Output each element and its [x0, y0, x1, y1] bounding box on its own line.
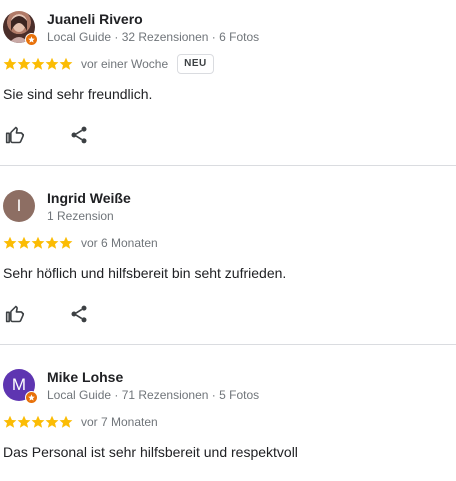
star-icon [31, 57, 45, 70]
star-icon [45, 236, 59, 249]
star-icon [3, 236, 17, 249]
rating-row: vor einer Woche NEU [3, 54, 214, 74]
review-text: Sie sind sehr freundlich. [3, 86, 153, 102]
reviewer-name[interactable]: Juaneli Rivero [47, 11, 143, 28]
local-guide-badge-icon [25, 391, 38, 404]
share-icon [71, 126, 87, 144]
review-divider [0, 344, 456, 345]
avatar[interactable] [3, 11, 38, 46]
review-time: vor 6 Monaten [81, 236, 158, 250]
review-time: vor 7 Monaten [81, 415, 158, 429]
like-button[interactable] [3, 123, 27, 147]
review-actions [3, 302, 91, 326]
star-icon [17, 57, 31, 70]
star-icon [31, 236, 45, 249]
review-actions [3, 123, 91, 147]
share-icon [71, 305, 87, 323]
star-icon [45, 57, 59, 70]
star-icon [45, 415, 59, 428]
new-badge: NEU [177, 54, 214, 74]
star-icon [59, 57, 73, 70]
star-rating [3, 57, 73, 71]
review-text: Sehr höflich und hilfsbereit bin seht zu… [3, 265, 287, 281]
star-icon [59, 236, 73, 249]
avatar[interactable]: M [3, 369, 38, 404]
avatar[interactable]: I [3, 190, 35, 222]
review-text: Das Personal ist sehr hilfsbereit und re… [3, 444, 298, 460]
star-rating [3, 236, 73, 250]
star-icon [31, 415, 45, 428]
rating-row: vor 6 Monaten [3, 233, 158, 253]
share-button[interactable] [67, 123, 91, 147]
like-button[interactable] [3, 302, 27, 326]
share-button[interactable] [67, 302, 91, 326]
reviewer-meta: Local Guide · 32 Rezensionen · 6 Fotos [47, 30, 260, 44]
star-icon [3, 57, 17, 70]
thumb-up-icon [5, 126, 25, 144]
reviewer-meta: 1 Rezension [47, 209, 114, 223]
review-time: vor einer Woche [81, 57, 169, 71]
reviewer-meta: Local Guide · 71 Rezensionen · 5 Fotos [47, 388, 260, 402]
star-rating [3, 415, 73, 429]
reviewer-name[interactable]: Ingrid Weiße [47, 190, 131, 207]
star-icon [17, 236, 31, 249]
local-guide-badge-icon [25, 33, 38, 46]
avatar-letter: I [3, 190, 35, 222]
rating-row: vor 7 Monaten [3, 412, 158, 432]
star-icon [3, 415, 17, 428]
thumb-up-icon [5, 305, 25, 323]
star-icon [17, 415, 31, 428]
review-divider [0, 165, 456, 166]
star-icon [59, 415, 73, 428]
reviewer-name[interactable]: Mike Lohse [47, 369, 123, 386]
